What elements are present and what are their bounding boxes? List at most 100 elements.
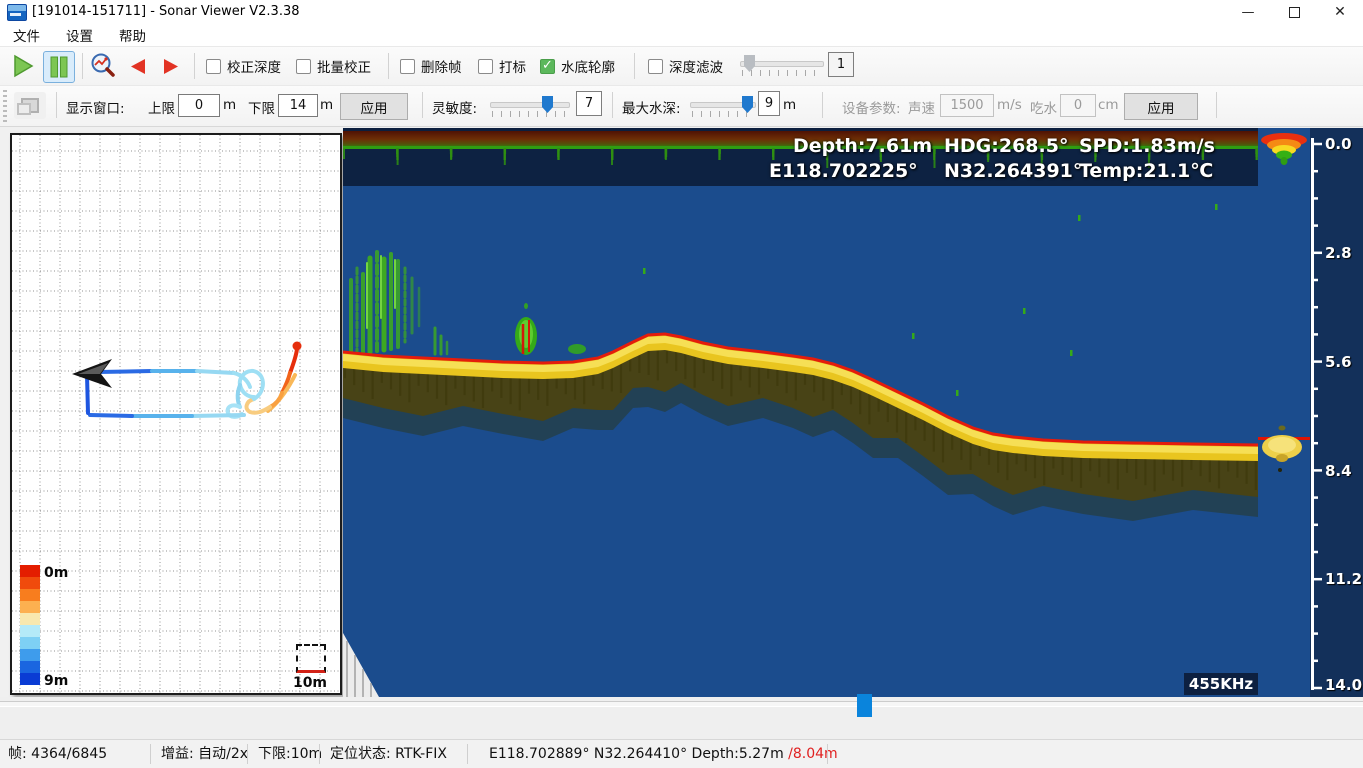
map-scale-box (296, 644, 326, 673)
frequency-badge: 455KHz (1184, 673, 1258, 695)
checkbox-label: 水底轮廓 (561, 60, 615, 76)
checkbox-delete-frame[interactable]: 删除帧 (400, 56, 462, 76)
echogram-canvas (343, 148, 1258, 697)
map-scale-label: 10m (292, 675, 328, 691)
checkbox-mark[interactable]: 打标 (478, 56, 526, 76)
sensitivity-label: 灵敏度: (432, 101, 478, 117)
vegetation-echo (349, 250, 449, 356)
display-apply-button[interactable]: 应用 (340, 93, 408, 120)
lower-limit-label: 下限 (248, 101, 275, 117)
checkbox-correct-depth[interactable]: 校正深度 (206, 56, 281, 76)
depth-tick-label: 0.0 (1325, 135, 1352, 153)
scrollbar-thumb[interactable] (857, 694, 872, 717)
overlay-depth: Depth:7.61m (793, 135, 933, 157)
draft-unit: cm (1098, 97, 1119, 113)
depth-filter-slider[interactable] (740, 54, 824, 78)
checkbox-label: 深度滤波 (669, 60, 723, 76)
checkbox-icon (296, 58, 311, 74)
checkbox-batch-correct[interactable]: 批量校正 (296, 56, 371, 76)
minimize-button[interactable]: — (1225, 0, 1271, 24)
upper-limit-unit: m (223, 97, 237, 113)
scrollbar-track[interactable] (0, 701, 1363, 707)
checkbox-label: 删除帧 (421, 60, 462, 76)
menu-file[interactable]: 文件 (0, 25, 53, 45)
depth-tick-label: 8.4 (1325, 462, 1352, 480)
max-depth-value: 9 (758, 91, 780, 116)
checkbox-depth-filter[interactable]: 深度滤波 (648, 56, 723, 76)
checkbox-icon (478, 58, 493, 74)
upper-limit-input[interactable]: 0 (178, 94, 220, 117)
status-gain: 增益: 自动/2x (161, 746, 249, 762)
maximize-icon (1288, 6, 1300, 18)
toolbar-playback: 校正深度 批量校正 删除帧 打标 水底轮廓 深度滤波 1 (0, 46, 1363, 86)
overlay-speed: SPD:1.83m/s (1079, 135, 1215, 157)
max-depth-unit: m (783, 97, 797, 113)
layout-button-disabled (14, 92, 46, 119)
depth-color-legend (20, 565, 40, 685)
close-icon: ✕ (1334, 4, 1346, 20)
checkbox-label: 校正深度 (227, 60, 281, 76)
arrow-right-icon (163, 58, 178, 74)
status-fix: 定位状态: RTK-FIX (330, 746, 447, 762)
a-scope-column (1258, 128, 1310, 697)
status-lower-limit: 下限:10m (258, 746, 323, 762)
sensitivity-value: 7 (576, 91, 602, 116)
overlay-longitude: E118.702225° (769, 160, 918, 182)
status-frame: 帧: 4364/6845 (8, 746, 108, 762)
status-depth-alt: /8.04m (788, 746, 838, 762)
depth-tick-label: 14.0 (1325, 676, 1363, 694)
sound-speed-input: 1500 (940, 94, 994, 117)
status-bar: 帧: 4364/6845 增益: 自动/2x 下限:10m 定位状态: RTK-… (0, 739, 1363, 768)
overlay-heading: HDG:268.5° (944, 135, 1069, 157)
lower-limit-input[interactable]: 14 (278, 94, 318, 117)
lower-limit-unit: m (320, 97, 334, 113)
depth-tick-label: 11.2 (1325, 570, 1363, 588)
sonar-echogram[interactable]: Depth:7.61m HDG:268.5° SPD:1.83m/s E118.… (343, 128, 1258, 697)
play-icon (14, 54, 34, 78)
app-window: [191014-151711] - Sonar Viewer V2.3.38 —… (0, 0, 1363, 768)
sensitivity-slider[interactable] (490, 95, 570, 119)
checkbox-icon (648, 58, 663, 74)
checkbox-label: 打标 (499, 60, 526, 76)
close-button[interactable]: ✕ (1317, 0, 1363, 24)
title-bar: [191014-151711] - Sonar Viewer V2.3.38 —… (0, 0, 1363, 24)
arrow-left-icon (130, 58, 145, 74)
fish-target-echo (515, 303, 586, 355)
upper-limit-label: 上限 (148, 101, 175, 117)
checkbox-icon (540, 58, 555, 74)
prev-frame-button[interactable] (124, 51, 150, 81)
track-map (12, 135, 340, 693)
next-frame-button[interactable] (158, 51, 184, 81)
legend-min-label: 0m (44, 565, 69, 581)
menu-settings[interactable]: 设置 (53, 25, 106, 45)
draft-input: 0 (1060, 94, 1096, 117)
pause-button[interactable] (43, 51, 75, 83)
pause-icon (50, 56, 68, 78)
depth-filter-value: 1 (828, 52, 854, 77)
maximize-button[interactable] (1271, 0, 1317, 24)
menu-help[interactable]: 帮助 (106, 25, 159, 45)
depth-tick-label: 2.8 (1325, 244, 1352, 262)
status-position: E118.702889° N32.264410° Depth:5.27m /8.… (489, 740, 838, 768)
device-params-label: 设备参数: (842, 101, 901, 117)
menu-bar: 文件 设置 帮助 (0, 24, 1363, 46)
checkbox-label: 批量校正 (317, 60, 371, 76)
minimize-icon: — (1241, 4, 1255, 20)
zoom-tool-button[interactable] (88, 51, 118, 81)
toolbar-grip[interactable] (3, 90, 7, 122)
timeline-scrollbar[interactable] (0, 694, 1363, 739)
window-title: [191014-151711] - Sonar Viewer V2.3.38 (32, 4, 300, 19)
device-apply-button[interactable]: 应用 (1124, 93, 1198, 120)
overlay-latitude: N32.264391° (944, 160, 1083, 182)
status-position-text: E118.702889° N32.264410° Depth:5.27m (489, 746, 789, 762)
play-button[interactable] (8, 51, 38, 81)
draft-label: 吃水 (1030, 101, 1057, 117)
track-map-panel[interactable]: 0m 9m 10m (10, 133, 342, 695)
checkbox-bottom-contour[interactable]: 水底轮廓 (540, 56, 615, 76)
depth-tick-label: 5.6 (1325, 353, 1352, 371)
display-window-label: 显示窗口: (66, 101, 125, 117)
checkbox-icon (400, 58, 415, 74)
max-depth-slider[interactable] (690, 95, 756, 119)
max-depth-label: 最大水深: (622, 101, 681, 117)
depth-scale: 0.0 2.8 5.6 8.4 11.2 14.0 (1310, 128, 1363, 697)
